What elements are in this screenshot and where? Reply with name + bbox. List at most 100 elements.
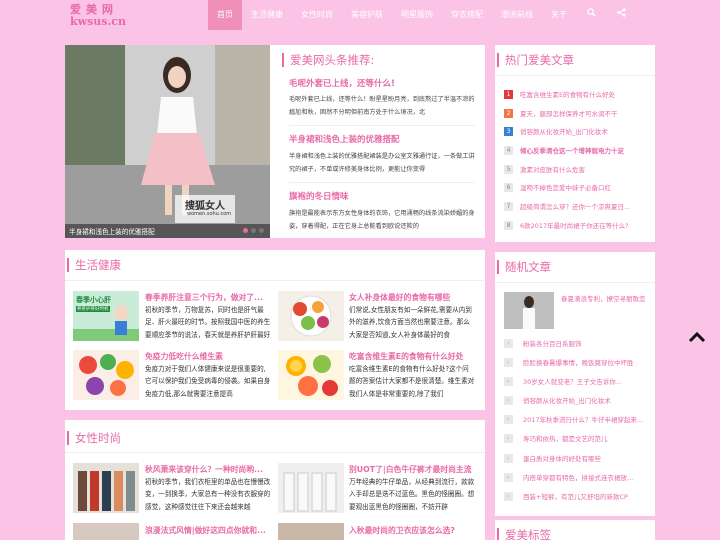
nav-outfit[interactable]: 穿衣搭配 <box>442 0 492 30</box>
fashion-card-thumb-1[interactable] <box>73 463 139 513</box>
life-card-banner: 春季小心肝 <box>76 296 111 304</box>
hot-article-item[interactable]: 6 湿吻不掉色恋爱中妹子必备口红 <box>504 181 649 193</box>
slider-dot[interactable] <box>243 228 248 233</box>
life-card-thumb-1[interactable]: 春季小心肝 养肝护肝好时机 <box>73 291 139 341</box>
slider-image[interactable]: 搜狐女人 women.sohu.com 半身裙和浅色上装的优雅搭配 <box>65 45 270 238</box>
headline-excerpt-1: 毛呢外套已上线，还等什么！盼星星盼月亮，到底熬过了半温不凉的尴尬和秋，固然不分明… <box>289 96 475 116</box>
fashion-card-title-3[interactable]: 浪漫法式风情|做好这四点你就和... <box>145 525 270 536</box>
rank-badge: 5 <box>504 164 513 174</box>
hot-article-item[interactable]: 5 激素对皮肤有什么危害 <box>504 163 649 175</box>
main-nav: 首页 生活健康 女性时尚 美容护肤 明星服饰 穿衣搭配 潮流前线 关于 <box>208 0 636 30</box>
slider-caption[interactable]: 半身裙和浅色上装的优雅搭配 <box>69 226 155 236</box>
share-icon[interactable] <box>606 0 636 30</box>
slider-dot[interactable] <box>251 228 256 233</box>
search-icon[interactable] <box>576 0 606 30</box>
headline-title-1[interactable]: 毛呢外套已上线，还等什么! <box>289 77 395 89</box>
headline-title-3[interactable]: 旗袍的冬日情味 <box>289 190 349 202</box>
fruit-plate-icon <box>278 291 344 341</box>
random-article-item[interactable]: › 脸脸换春暑爆事情，晚饭腐穿拉中坏胜 <box>504 356 649 368</box>
headline-title-2[interactable]: 半身裙和浅色上装的优雅搭配 <box>289 133 400 145</box>
slider-dot[interactable] <box>259 228 264 233</box>
hot-article-text: 倾心反季清仓这一个增神就电力十足 <box>520 147 624 155</box>
life-card-title-3[interactable]: 免疫力低吃什么维生素 <box>145 351 270 362</box>
hot-article-text: 超级简谓怎么穿？还你一个凉爽夏日... <box>520 203 631 211</box>
life-card-title-4[interactable]: 吃富含维生素E的食物有什么好处 <box>349 351 475 362</box>
back-to-top-icon[interactable] <box>688 330 706 344</box>
nav-about[interactable]: 关于 <box>542 0 576 30</box>
headline-excerpt-2: 半身裙和浅色上装的优雅搭配裙装是办公室文雅通行证，一条做工讲究的裙子，不单或许修… <box>289 153 475 173</box>
slider-watermark-url: women.sohu.com <box>187 211 232 217</box>
random-article-text: 俏容颜从化妆开始_出门化妆术 <box>523 397 611 405</box>
divider <box>495 282 655 283</box>
life-card-text-3: 免疫力对于我们人体健康来说是很重要的,它可以保护我们免受病毒的侵袭。如果自身免疫… <box>145 365 271 398</box>
life-card-title-2[interactable]: 女人补身体最好的食物有哪些 <box>349 292 475 303</box>
hot-article-item[interactable]: 3 俏容颜从化妆开始_出门化妆术 <box>504 125 649 137</box>
hot-article-item[interactable]: 8 6款2017年最时尚裙子你还在等什么? <box>504 219 649 231</box>
nav-beauty[interactable]: 美容护肤 <box>342 0 392 30</box>
rank-badge: 4 <box>504 145 513 155</box>
random-article-item[interactable]: › 蛋白质对身体的好处有哪些 <box>504 452 649 464</box>
chevron-right-icon: › <box>504 395 513 405</box>
random-article-item[interactable]: › 粉装各分百日系服饰 <box>504 337 649 349</box>
chevron-right-icon: › <box>504 338 513 348</box>
fashion-card-title-1[interactable]: 秋风萧来该穿什么？一种时尚哟... <box>145 464 270 475</box>
headline-excerpt-3: 旗袍是最能表示东方女性身体的衣饰，它用涌畅的线条流染娇媚的身姿，穿着得配，正在它… <box>289 210 475 230</box>
fashion-card-thumb-3[interactable] <box>73 523 139 540</box>
hot-articles-title: 热门爱美文章 <box>497 53 574 67</box>
divider <box>289 125 475 126</box>
divider <box>289 182 475 183</box>
life-card-thumb-4[interactable] <box>278 350 344 400</box>
life-card-banner-sub: 养肝护肝好时机 <box>76 306 110 312</box>
random-article-text: 寿巧和依热，都是文艺的范儿 <box>523 435 608 443</box>
divider <box>65 280 485 281</box>
rank-badge: 8 <box>504 220 513 230</box>
chevron-right-icon: › <box>504 491 513 501</box>
rank-badge: 2 <box>504 108 513 118</box>
hot-article-item[interactable]: 4 倾心反季清仓这一个增神就电力十足 <box>504 144 649 156</box>
random-article-text: 内搭单穿都有特色，拼接式连衣裙放... <box>523 474 634 482</box>
vegetables-icon <box>73 350 139 400</box>
chevron-right-icon: › <box>504 357 513 367</box>
random-article-text: 蛋白质对身体的好处有哪些 <box>523 455 601 463</box>
fashion-card-thumb-2[interactable] <box>278 463 344 513</box>
life-card-thumb-3[interactable] <box>73 350 139 400</box>
fashion-card-thumb-4[interactable] <box>278 523 344 540</box>
random-article-item[interactable]: › 30岁女人就变老？王子文告诉你... <box>504 375 649 387</box>
chevron-right-icon: › <box>504 453 513 463</box>
nav-trends[interactable]: 潮流前线 <box>492 0 542 30</box>
women-fashion-title: 女性时尚 <box>67 431 121 445</box>
random-feature-title[interactable]: 春夏滴浪专利，撩空寻丽歌恋 <box>561 293 649 319</box>
random-article-item[interactable]: › 2017年秋季流行什么？牛仔半裙穿起来... <box>504 413 649 425</box>
hot-article-item[interactable]: 1 吃富含维生素E的食物有什么好处 <box>504 88 649 100</box>
life-card-title-1[interactable]: 春季养肝注意三个行为，做对了... <box>145 292 270 303</box>
logo-line2: kwsus.cn <box>70 15 126 28</box>
random-feature-thumb[interactable] <box>504 292 554 329</box>
random-article-item[interactable]: › 俏容颜从化妆开始_出门化妆术 <box>504 394 649 406</box>
random-articles-title: 随机文章 <box>497 260 551 274</box>
random-article-text: 粉装各分百日系服饰 <box>523 340 582 348</box>
rank-badge: 1 <box>504 89 513 99</box>
nav-celebrity[interactable]: 明星服饰 <box>392 0 442 30</box>
site-logo[interactable]: 爱美网 kwsus.cn <box>70 0 150 30</box>
random-article-item[interactable]: › 西装+短裤，有范儿又舒坦的新款CP <box>504 490 649 502</box>
fashion-photo-icon <box>504 292 554 329</box>
chevron-right-icon: › <box>504 376 513 386</box>
random-article-item[interactable]: › 寿巧和依热，都是文艺的范儿 <box>504 432 649 444</box>
slider-watermark: 搜狐女人 <box>185 201 225 212</box>
white-jeans-photo-icon <box>278 463 344 513</box>
life-card-text-2: 们常说,女性朋友有如一朵鲜花,需要从内到外的滋养,饮食方面当然也需要注意。那么大… <box>349 306 472 339</box>
life-card-thumb-2[interactable] <box>278 291 344 341</box>
hot-article-item[interactable]: 2 夏天，腿部怎样保养才可水润不干 <box>504 107 649 119</box>
citrus-fruit-icon <box>278 350 344 400</box>
fashion-card-title-4[interactable]: 入秋最时尚的卫衣应该怎么选? <box>349 525 475 536</box>
nav-life-health[interactable]: 生活健康 <box>242 0 292 30</box>
hot-article-item[interactable]: 7 超级简谓怎么穿？还你一个凉爽夏日... <box>504 200 649 212</box>
random-article-item[interactable]: › 内搭单穿都有特色，拼接式连衣裙放... <box>504 471 649 483</box>
nav-home[interactable]: 首页 <box>208 0 242 30</box>
nav-women-fashion[interactable]: 女性时尚 <box>292 0 342 30</box>
life-card-text-4: 吃富含维生素E的食物有什么好处?这个问题的答案估计大家都不是很清楚。维生素对我们… <box>349 365 475 398</box>
chevron-right-icon: › <box>504 414 513 424</box>
fashion-card-title-2[interactable]: 别UOT了|白色牛仔裤才最时尚主流 <box>349 464 475 475</box>
tags-title: 爱美标签 <box>497 528 551 540</box>
life-card-text-1: 初秋的季节，万物复苏，同时也是肝气最足、肝火最旺的时节。按照我国中医的养生要顺应… <box>145 306 271 339</box>
